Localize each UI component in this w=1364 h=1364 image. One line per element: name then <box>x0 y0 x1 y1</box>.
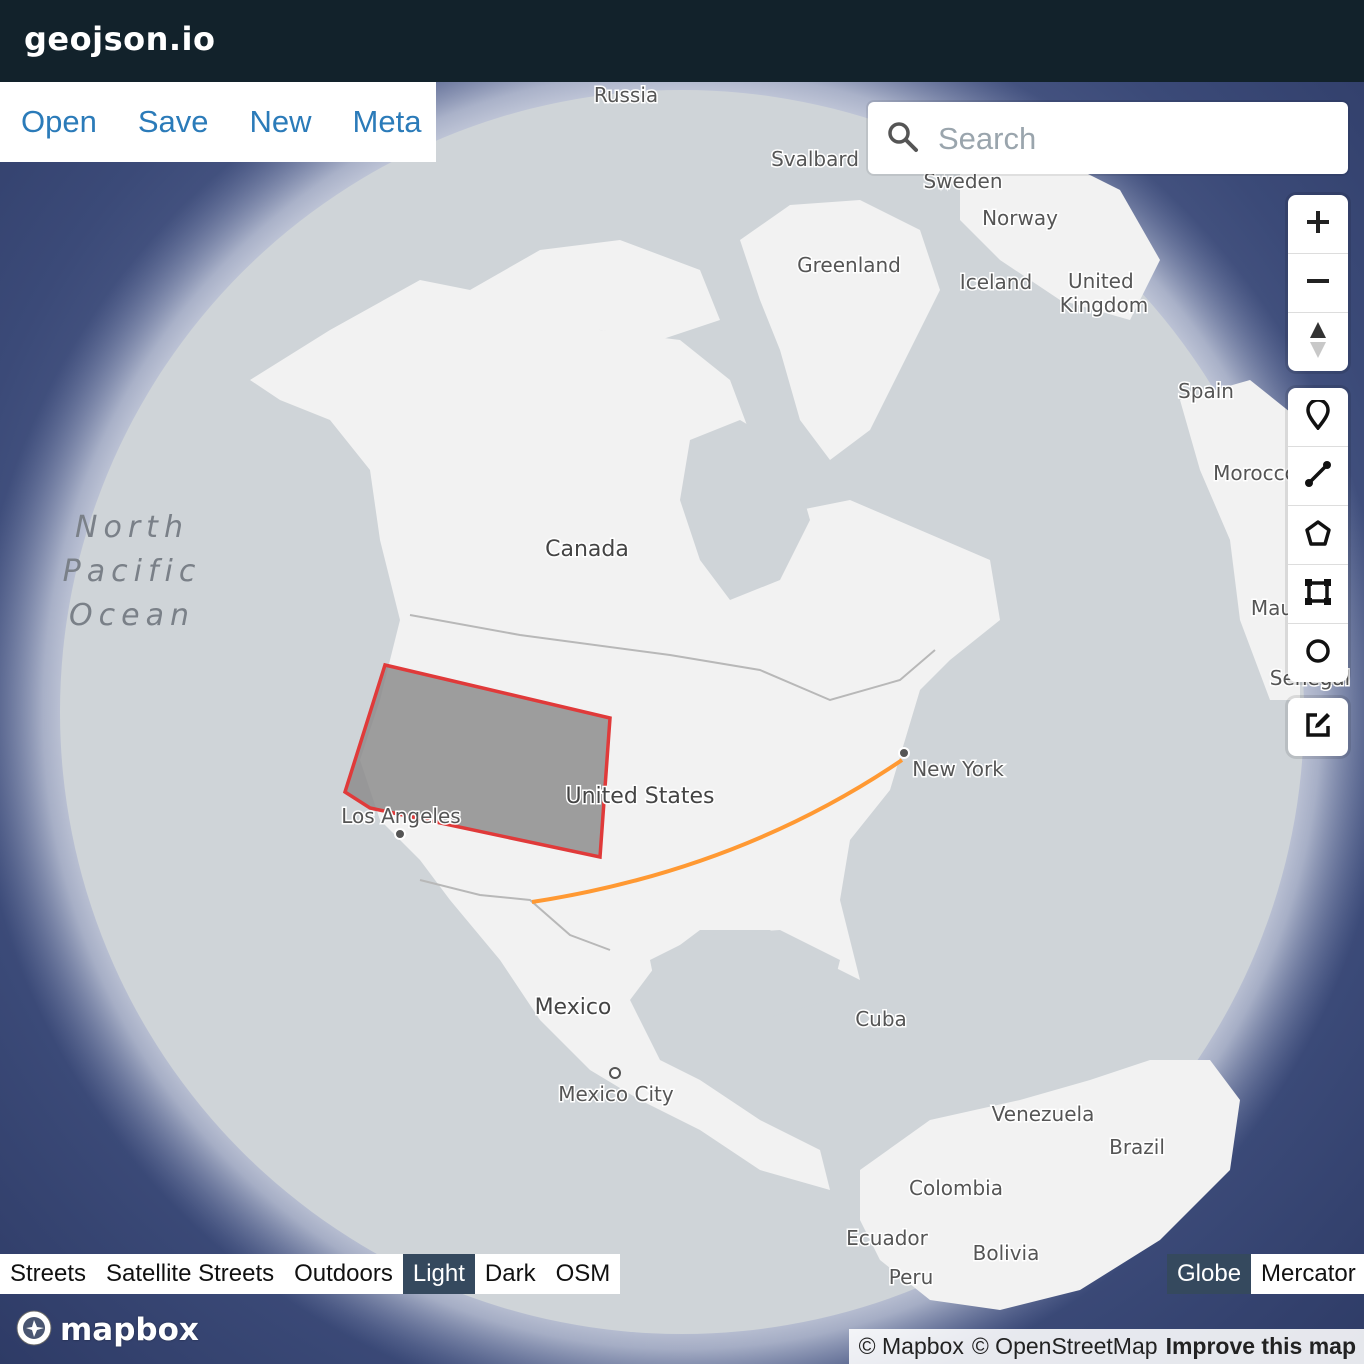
label-mauritania: Mau <box>1251 596 1293 620</box>
circle-icon <box>1304 637 1332 670</box>
map-attribution: © Mapbox © OpenStreetMap Improve this ma… <box>848 1329 1364 1364</box>
label-morocco: Morocco <box>1213 461 1297 485</box>
label-svalbard: Svalbard <box>771 147 859 171</box>
basemap-style-switcher: Streets Satellite Streets Outdoors Light… <box>0 1254 621 1294</box>
search-input[interactable] <box>936 116 1330 162</box>
line-icon <box>1304 460 1332 493</box>
label-canada: Canada <box>545 537 629 562</box>
style-satellite-streets[interactable]: Satellite Streets <box>96 1254 285 1294</box>
app-brand[interactable]: geojson.io <box>24 20 215 58</box>
projection-mercator[interactable]: Mercator <box>1251 1254 1364 1294</box>
label-norway: Norway <box>982 206 1058 230</box>
label-united-kingdom: United Kingdom <box>1060 269 1148 317</box>
rectangle-icon <box>1304 578 1332 611</box>
label-russia: Russia <box>594 83 658 107</box>
draw-controls <box>1288 388 1348 682</box>
zoom-in-button[interactable] <box>1288 195 1348 254</box>
style-streets[interactable]: Streets <box>0 1254 97 1294</box>
label-new-york: New York <box>912 757 1004 781</box>
label-united-states: United States <box>566 784 715 809</box>
menu-open[interactable]: Open <box>21 104 97 140</box>
label-united-kingdom-line1: United <box>1068 269 1134 293</box>
compass-icon <box>1306 320 1330 365</box>
polygon-icon <box>1303 518 1333 553</box>
attribution-osm[interactable]: © OpenStreetMap <box>972 1333 1158 1360</box>
style-light[interactable]: Light <box>402 1254 475 1294</box>
projection-globe[interactable]: Globe <box>1167 1254 1252 1294</box>
map-canvas[interactable]: Russia Svalbard Sweden Norway Greenland … <box>0 82 1364 1364</box>
label-venezuela: Venezuela <box>992 1102 1095 1126</box>
label-greenland: Greenland <box>797 253 901 277</box>
city-dot-los-angeles <box>394 828 406 840</box>
style-dark[interactable]: Dark <box>474 1254 546 1294</box>
mapbox-logo[interactable]: mapbox <box>14 1308 199 1352</box>
mapbox-logo-icon <box>14 1308 54 1353</box>
label-colombia: Colombia <box>909 1176 1003 1200</box>
draw-polygon-button[interactable] <box>1288 506 1348 565</box>
label-cuba: Cuba <box>855 1007 907 1031</box>
menu-save[interactable]: Save <box>138 104 209 140</box>
menu-new[interactable]: New <box>250 104 312 140</box>
search-box <box>868 102 1348 174</box>
edit-controls <box>1288 698 1348 756</box>
label-bolivia: Bolivia <box>973 1241 1040 1265</box>
improve-map-link[interactable]: Improve this map <box>1166 1333 1356 1360</box>
label-iceland: Iceland <box>960 270 1032 294</box>
draw-rectangle-button[interactable] <box>1288 565 1348 624</box>
label-ocean-line2: Pacific <box>63 554 202 589</box>
zoom-in-icon <box>1305 209 1331 240</box>
label-mexico-city: Mexico City <box>558 1082 674 1106</box>
edit-icon <box>1303 710 1333 745</box>
label-los-angeles: Los Angeles <box>341 804 460 828</box>
label-ocean-line1: North <box>75 510 189 545</box>
label-spain: Spain <box>1178 379 1234 403</box>
zoom-out-icon <box>1305 268 1331 299</box>
marker-icon <box>1305 397 1331 435</box>
navigation-controls <box>1288 195 1348 371</box>
globe-map[interactable]: Russia Svalbard Sweden Norway Greenland … <box>0 82 1364 1364</box>
mapbox-logo-text: mapbox <box>60 1312 199 1348</box>
edit-features-button[interactable] <box>1288 698 1348 756</box>
label-ecuador: Ecuador <box>846 1226 928 1250</box>
label-mexico: Mexico <box>535 995 612 1020</box>
city-dot-new-york <box>898 747 910 759</box>
zoom-out-button[interactable] <box>1288 254 1348 313</box>
draw-marker-button[interactable] <box>1288 388 1348 447</box>
label-peru: Peru <box>889 1265 934 1289</box>
city-dot-mexico-city <box>609 1067 621 1079</box>
compass-button[interactable] <box>1288 313 1348 371</box>
search-icon <box>886 120 920 159</box>
projection-switcher: Globe Mercator <box>1167 1254 1364 1294</box>
menu-meta[interactable]: Meta <box>353 104 422 140</box>
app-header: geojson.io <box>0 0 1364 82</box>
label-brazil: Brazil <box>1109 1135 1165 1159</box>
attribution-mapbox[interactable]: © Mapbox <box>859 1333 964 1360</box>
draw-circle-button[interactable] <box>1288 624 1348 682</box>
file-menu: Open Save New Meta <box>0 82 436 162</box>
label-united-kingdom-line2: Kingdom <box>1060 293 1148 317</box>
style-osm[interactable]: OSM <box>545 1254 621 1294</box>
draw-line-button[interactable] <box>1288 447 1348 506</box>
label-ocean-line3: Ocean <box>69 598 195 633</box>
style-outdoors[interactable]: Outdoors <box>284 1254 403 1294</box>
